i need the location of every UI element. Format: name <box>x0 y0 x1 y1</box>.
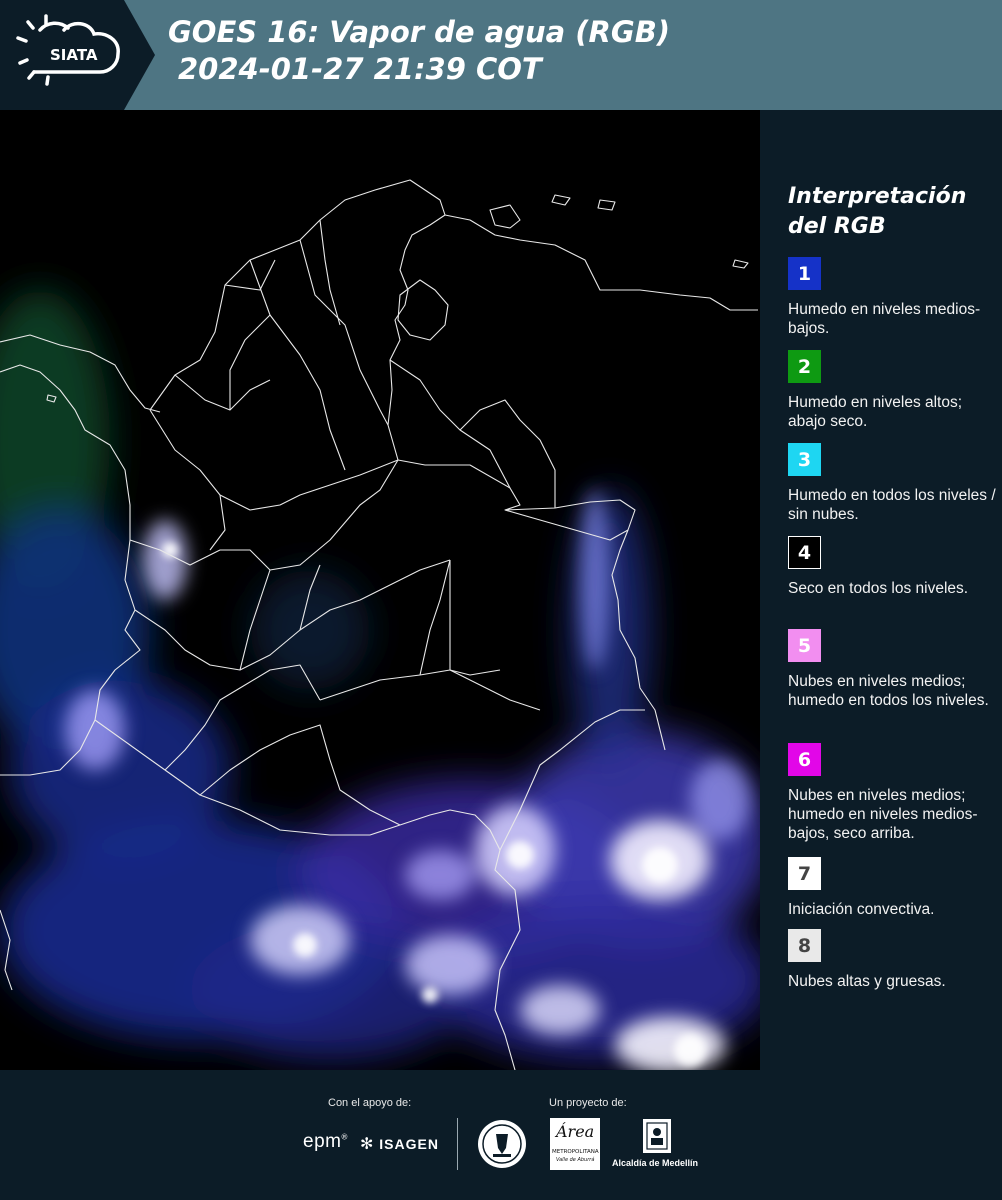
isagen-logo-text: ISAGEN <box>379 1136 439 1152</box>
area-logo-text: Área <box>556 1122 595 1141</box>
legend-swatch: 3 <box>788 443 821 476</box>
isagen-logo: ✻ ISAGEN <box>360 1134 439 1154</box>
legend-swatch: 1 <box>788 257 821 290</box>
footer-sponsors: Con el apoyo de: Un proyecto de: epm® ✻ … <box>0 1070 1002 1200</box>
legend-swatch: 7 <box>788 857 821 890</box>
legend-text: Seco en todos los niveles. <box>788 580 969 597</box>
legend-number: 6 <box>797 748 812 771</box>
support-label: Con el apoyo de: <box>328 1097 412 1109</box>
legend-item: 7 Iniciación convectiva. <box>788 857 998 919</box>
siata-logo-text: SIATA <box>50 46 98 64</box>
legend-item: 2 Humedo en niveles altos; abajo seco. <box>788 350 998 431</box>
legend-text: Humedo en todos los niveles / sin nubes. <box>788 487 996 523</box>
legend-number: 7 <box>797 862 812 885</box>
satellite-map <box>0 110 760 1070</box>
project-label: Un proyecto de: <box>549 1097 627 1109</box>
legend-item: 8 Nubes altas y gruesas. <box>788 929 998 991</box>
header-bar: SIATA GOES 16: Vapor de agua (RGB) 2024-… <box>0 0 1002 110</box>
legend-text: Humedo en niveles altos; abajo seco. <box>788 394 963 430</box>
legend-panel: Interpretación del RGB 1 Humedo en nivel… <box>760 110 1002 1070</box>
legend-text: Humedo en niveles medios-bajos. <box>788 301 981 337</box>
alcaldia-text: Alcaldía de Medellín <box>612 1158 699 1168</box>
legend-text: Nubes en niveles medios; humedo en todos… <box>788 673 989 709</box>
legend-number: 5 <box>797 634 812 657</box>
legend-item: 6 Nubes en niveles medios; humedo en niv… <box>788 743 998 843</box>
title-line-datetime: 2024-01-27 21:39 COT <box>178 52 542 86</box>
area-logo-sub2: Valle de Aburrá <box>556 1157 595 1163</box>
page-title: GOES 16: Vapor de agua (RGB) 2024-01-27 … <box>168 14 988 88</box>
isagen-mark-icon: ✻ <box>360 1136 375 1153</box>
legend-item: 1 Humedo en niveles medios-bajos. <box>788 257 998 338</box>
legend-text: Nubes altas y gruesas. <box>788 973 946 990</box>
legend-item: 5 Nubes en niveles medios; humedo en tod… <box>788 629 998 710</box>
legend-title-line2: del RGB <box>788 214 886 239</box>
legend-number: 3 <box>797 448 812 471</box>
legend-title: Interpretación del RGB <box>788 182 993 242</box>
map-image <box>0 110 760 1070</box>
siata-logo: SIATA <box>0 0 160 110</box>
legend-swatch: 6 <box>788 743 821 776</box>
epm-logo-text: epm <box>303 1131 342 1152</box>
legend-number: 2 <box>797 355 812 378</box>
government-seal-icon <box>478 1120 526 1168</box>
legend-text: Nubes en niveles medios; humedo en nivel… <box>788 787 978 842</box>
legend-number: 8 <box>797 934 812 957</box>
legend-swatch: 4 <box>788 536 821 569</box>
legend-item: 3 Humedo en todos los niveles / sin nube… <box>788 443 998 524</box>
legend-item: 4 Seco en todos los niveles. <box>788 536 998 598</box>
area-metropolitana-logo: Área METROPOLITANA Valle de Aburrá <box>550 1118 600 1170</box>
legend-swatch: 8 <box>788 929 821 962</box>
legend-number: 1 <box>797 262 812 285</box>
medellin-shield-icon <box>643 1119 671 1153</box>
legend-swatch: 2 <box>788 350 821 383</box>
epm-logo: epm® <box>303 1131 348 1152</box>
legend-title-line1: Interpretación <box>788 184 967 209</box>
area-logo-sub1: METROPOLITANA <box>552 1149 599 1155</box>
footer-divider <box>457 1118 458 1170</box>
legend-text: Iniciación convectiva. <box>788 901 935 918</box>
title-line-product: GOES 16: Vapor de agua (RGB) <box>168 15 671 49</box>
legend-swatch: 5 <box>788 629 821 662</box>
legend-number: 4 <box>797 541 812 564</box>
